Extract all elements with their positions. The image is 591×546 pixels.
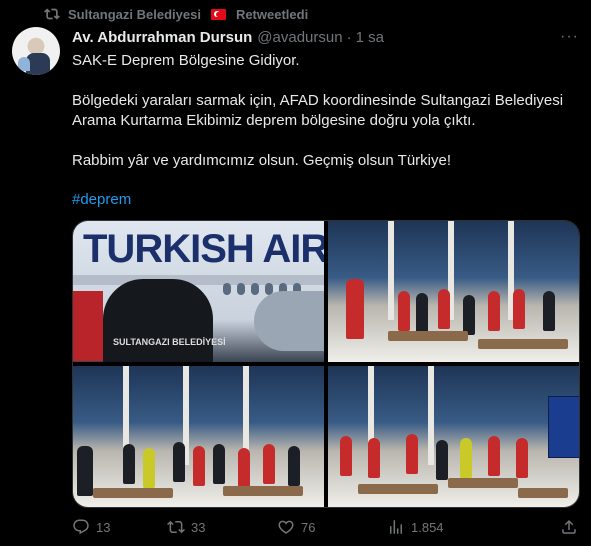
team-badge-text: SULTANGAZI BELEDİYESİ [113,337,226,347]
share-icon [562,519,576,534]
views-button[interactable]: 1.854 [387,518,527,536]
like-button[interactable]: 76 [277,518,387,536]
retweet-count: 33 [191,519,206,535]
heart-icon [278,520,294,534]
retweet-context: Sultangazi Belediyesi Retweetledi [44,6,308,22]
timestamp[interactable]: 1 sa [356,29,384,46]
display-name[interactable]: Av. Abdurrahman Dursun [72,29,252,46]
retweeter-name[interactable]: Sultangazi Belediyesi [68,7,201,22]
photo-terminal-1[interactable] [328,221,579,362]
view-count: 1.854 [411,519,444,535]
separator: · [346,28,352,46]
handle[interactable]: @avadursun [257,29,342,46]
like-count: 76 [301,519,316,535]
analytics-icon [390,520,402,534]
avatar[interactable] [12,27,60,75]
aircraft-livery-text: TURKISH AIRL [83,227,324,271]
photo-terminal-2[interactable] [73,366,324,507]
photo-terminal-3[interactable] [328,366,579,507]
media-grid: TURKISH AIRL SULTANGAZI BELEDİYESİ [72,220,580,508]
tweet-actions: 13 33 76 1.854 [72,518,578,536]
retweet-icon [44,8,60,20]
more-options-icon[interactable]: ··· [560,28,579,46]
photo-aircraft[interactable]: TURKISH AIRL SULTANGAZI BELEDİYESİ [73,221,324,362]
tweet-text-paragraph-3: Rabbim yâr ve yardımcımız olsun. Geçmiş … [72,152,452,169]
reply-count: 13 [96,519,111,535]
tweet-header: Av. Abdurrahman Dursun @avadursun · 1 sa… [72,28,579,46]
hashtag-link[interactable]: #deprem [72,190,578,210]
retweet-icon [167,520,185,534]
retweet-label: Retweetledi [235,6,309,22]
turkey-flag-icon [210,8,226,20]
reply-icon [73,519,89,535]
retweet-button[interactable]: 33 [167,518,277,536]
reply-button[interactable]: 13 [72,518,167,536]
tweet-text-line-1: SAK-E Deprem Bölgesine Gidiyor. [72,52,300,69]
tweet-text-paragraph-2: Bölgedeki yaraları sarmak için, AFAD koo… [72,92,564,129]
share-button[interactable] [560,518,578,536]
